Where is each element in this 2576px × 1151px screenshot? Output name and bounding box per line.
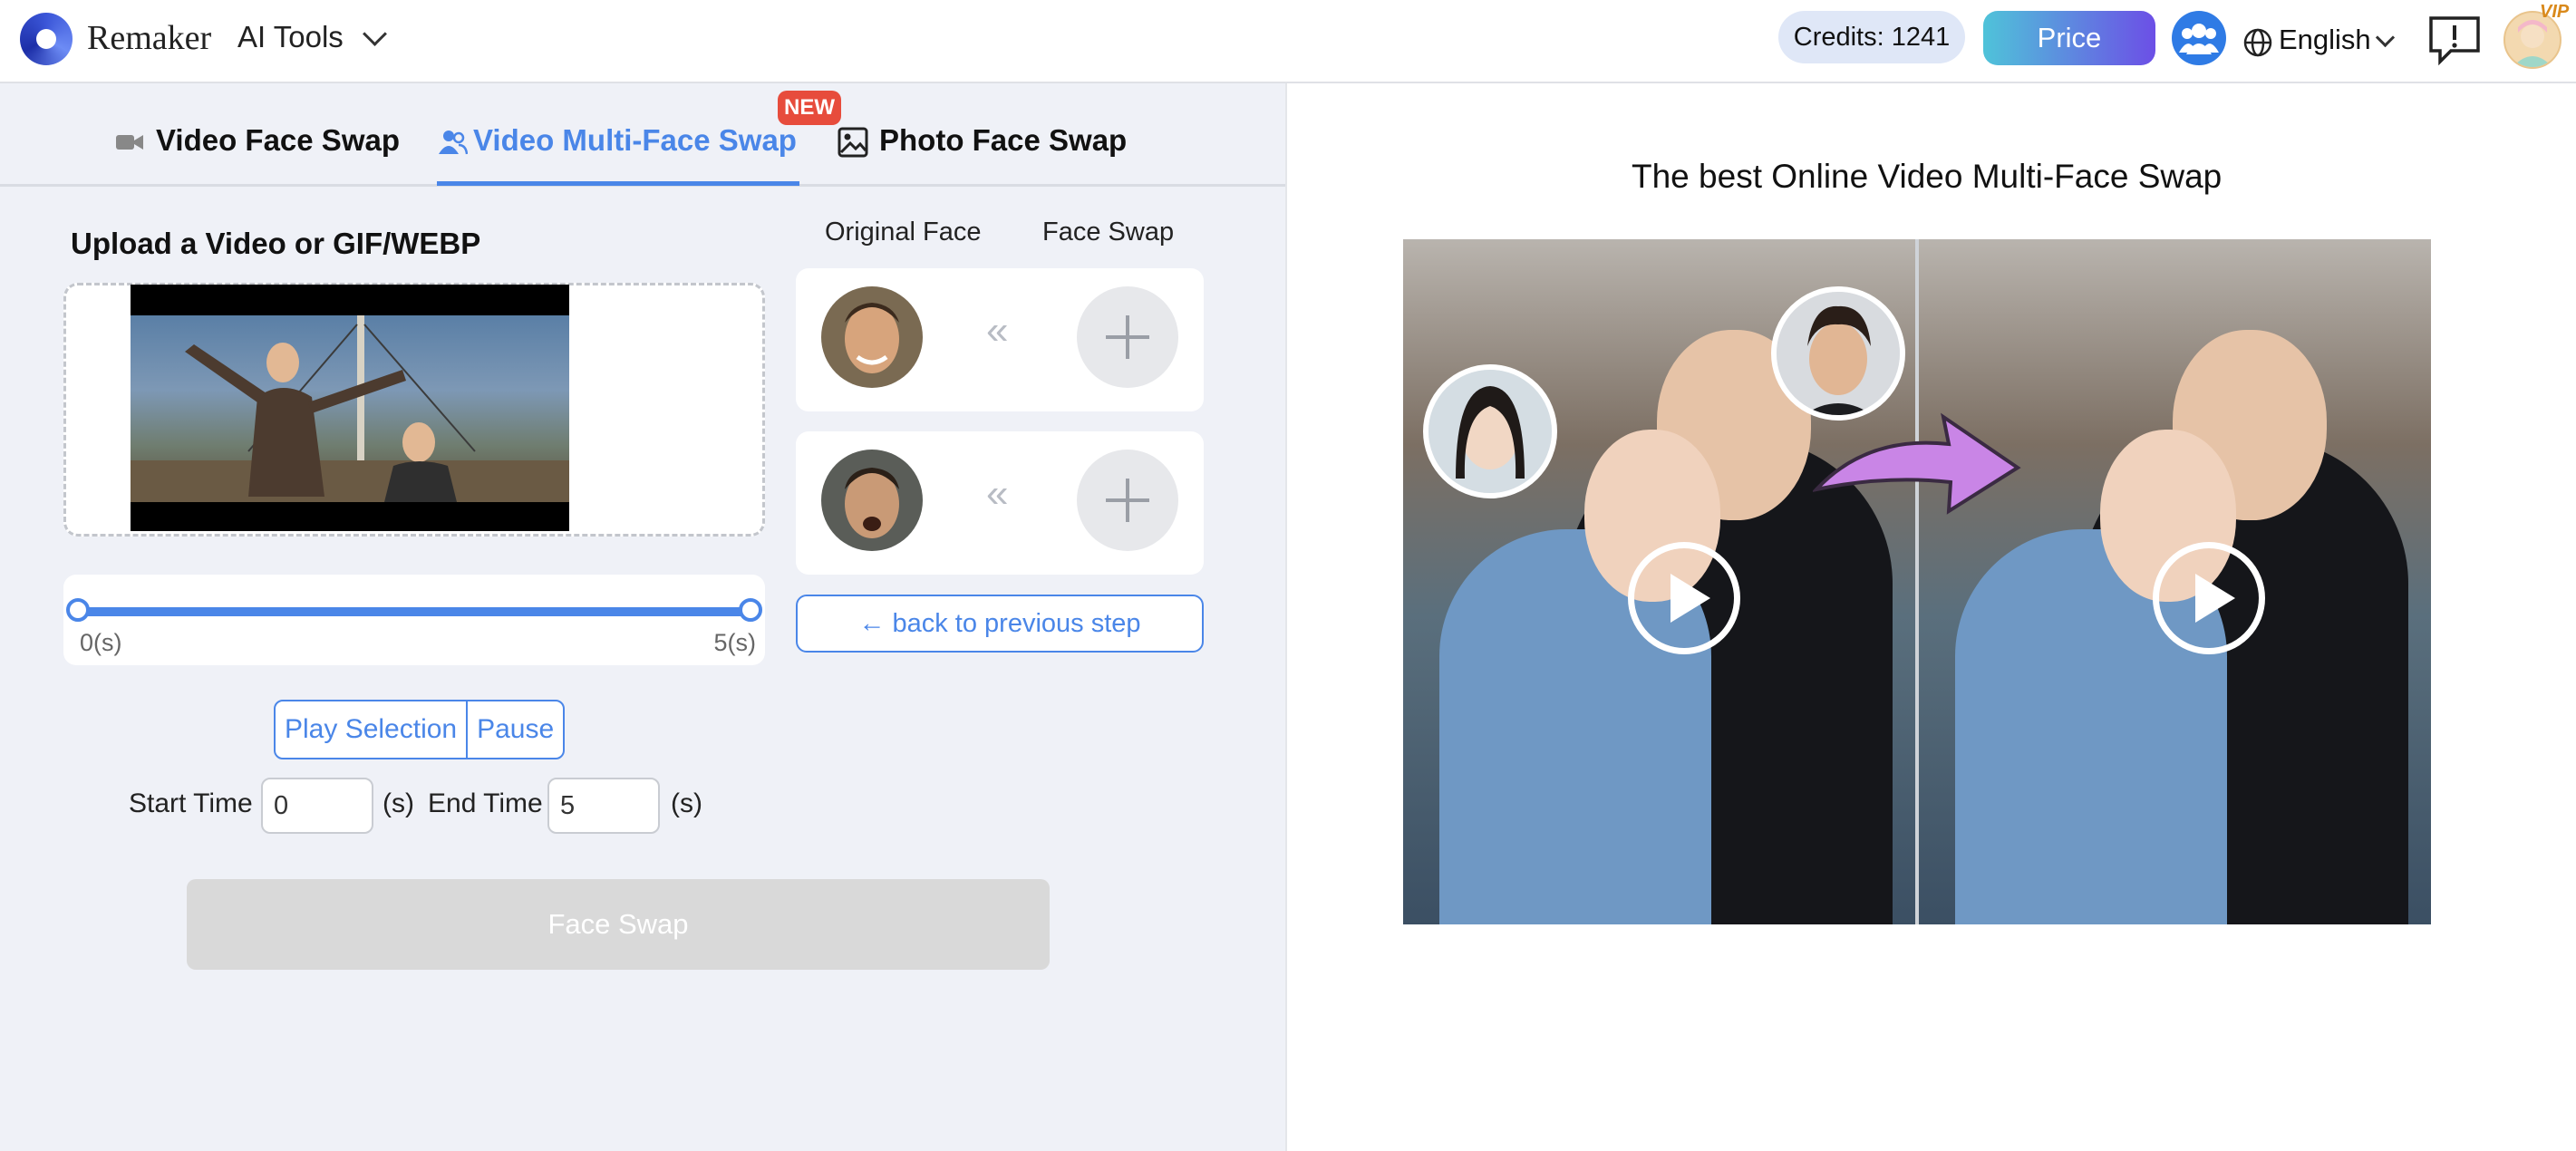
original-face-header: Original Face <box>825 218 982 247</box>
start-time-unit: (s) <box>383 788 414 818</box>
remaker-logo-icon[interactable] <box>20 13 73 65</box>
end-time-input[interactable]: 5 <box>547 778 660 834</box>
face-pair-row: « <box>796 268 1204 411</box>
vip-badge: VIP <box>2540 2 2570 22</box>
demo-after <box>1919 239 2431 924</box>
language-chevron-icon[interactable] <box>2375 27 2396 48</box>
demo-separator <box>1915 239 1919 924</box>
start-time-input[interactable]: 0 <box>261 778 373 834</box>
video-camera-icon <box>116 135 143 150</box>
demo-preview-image <box>1403 239 2431 924</box>
ai-tools-menu[interactable]: AI Tools <box>237 20 344 54</box>
demo-title: The best Online Video Multi-Face Swap <box>1632 158 2223 195</box>
credits-badge[interactable]: Credits: 1241 <box>1778 11 1965 63</box>
swap-arrow-icon: « <box>986 471 1009 516</box>
tab-label: Photo Face Swap <box>879 123 1128 157</box>
video-frame <box>131 315 569 502</box>
original-face-thumbnail <box>821 286 923 388</box>
tool-tabs: Video Face Swap Video Multi-Face Swap NE… <box>0 83 1285 187</box>
globe-icon[interactable] <box>2242 27 2273 58</box>
brand-name[interactable]: Remaker <box>87 18 211 58</box>
swap-direction-arrow-icon <box>1813 412 2021 515</box>
swap-arrow-icon: « <box>986 308 1009 353</box>
play-selection-button[interactable]: Play Selection <box>276 701 466 758</box>
face-swap-button[interactable]: Face Swap <box>187 879 1050 970</box>
face-swap-header: Face Swap <box>1042 218 1175 247</box>
slider-track[interactable] <box>78 607 751 616</box>
pause-button[interactable]: Pause <box>468 701 563 758</box>
active-tab-underline <box>437 181 799 186</box>
upload-title: Upload a Video or GIF/WEBP <box>71 227 481 260</box>
left-panel: Video Face Swap Video Multi-Face Swap NE… <box>0 83 1285 1151</box>
slider-start-handle[interactable] <box>66 598 90 622</box>
tab-video-multi-face-swap[interactable]: Video Multi-Face Swap <box>437 123 797 158</box>
panel-divider <box>1285 83 1287 1151</box>
top-header: Remaker AI Tools Credits: 1241 Price Eng… <box>0 0 2576 83</box>
start-time-label: Start Time <box>129 788 253 818</box>
end-time-unit: (s) <box>671 788 702 818</box>
new-badge: NEW <box>778 91 841 125</box>
slider-end-label: 5(s) <box>713 629 757 656</box>
community-group-icon[interactable] <box>2172 11 2226 65</box>
users-icon <box>439 131 469 155</box>
video-preview[interactable] <box>131 285 569 531</box>
price-button[interactable]: Price <box>1983 11 2155 65</box>
playback-controls: Play Selection Pause <box>274 700 566 759</box>
play-video-icon[interactable] <box>2153 542 2265 654</box>
slider-end-handle[interactable] <box>739 598 762 622</box>
play-video-icon[interactable] <box>1628 542 1740 654</box>
feedback-icon[interactable] <box>2427 13 2482 67</box>
tab-photo-face-swap[interactable]: Photo Face Swap <box>838 123 1127 158</box>
back-to-previous-step-button[interactable]: ← back to previous step <box>796 595 1204 653</box>
slider-start-label: 0(s) <box>80 629 122 656</box>
language-selector[interactable]: English <box>2279 24 2371 56</box>
face-pair-row: « <box>796 431 1204 575</box>
tab-label: Video Face Swap <box>156 123 400 157</box>
time-range-slider: 0(s) 5(s) <box>63 575 765 665</box>
chevron-down-icon[interactable] <box>363 22 387 46</box>
target-face-female-icon <box>1423 364 1557 498</box>
end-time-label: End Time <box>428 788 543 818</box>
add-face-plus-icon[interactable] <box>1077 450 1178 551</box>
tab-video-face-swap[interactable]: Video Face Swap <box>114 123 400 158</box>
image-icon <box>838 127 868 158</box>
original-face-thumbnail <box>821 450 923 551</box>
tab-label: Video Multi-Face Swap <box>473 123 797 157</box>
add-face-plus-icon[interactable] <box>1077 286 1178 388</box>
